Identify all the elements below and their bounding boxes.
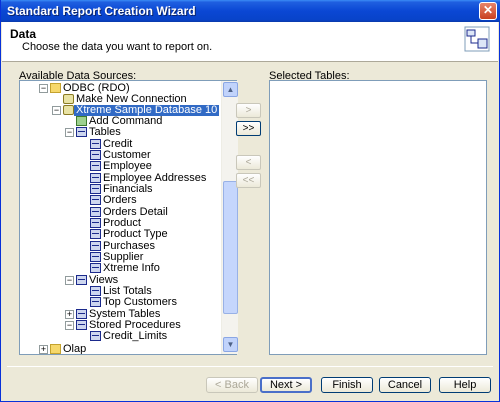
- database-icon: [63, 105, 74, 115]
- view-icon: [90, 286, 101, 296]
- remove-all-button[interactable]: <<: [236, 173, 261, 188]
- table-icon: [90, 184, 101, 194]
- collapse-icon[interactable]: −: [65, 128, 74, 137]
- data-wizard-icon: [464, 26, 490, 52]
- page-subtitle: Choose the data you want to report on.: [22, 41, 213, 53]
- wizard-window: Standard Report Creation Wizard ✕ Data C…: [0, 0, 500, 402]
- remove-one-button[interactable]: <: [236, 155, 261, 170]
- title-bar: Standard Report Creation Wizard ✕: [1, 0, 500, 22]
- expand-icon[interactable]: +: [65, 310, 74, 319]
- folder-icon: [50, 344, 61, 354]
- tree-label: Olap: [63, 343, 87, 355]
- tree-node-table[interactable]: Xtreme Info: [20, 263, 220, 274]
- tree-node-table[interactable]: Orders: [20, 195, 220, 206]
- procedure-icon: [90, 331, 101, 341]
- tree-node-table[interactable]: Employee: [20, 161, 220, 172]
- tree-node-table[interactable]: Product Type: [20, 229, 220, 240]
- table-icon: [90, 207, 101, 217]
- scroll-up-icon[interactable]: ▲: [223, 82, 238, 97]
- tree-node-tables[interactable]: − Tables: [20, 127, 220, 138]
- expand-icon[interactable]: +: [39, 345, 48, 354]
- close-button[interactable]: ✕: [479, 2, 497, 20]
- table-icon: [90, 229, 101, 239]
- wizard-header: Data Choose the data you want to report …: [2, 22, 498, 62]
- tree-node-procedure[interactable]: Credit_Limits: [20, 331, 220, 342]
- table-icon: [90, 161, 101, 171]
- folder-icon: [50, 83, 61, 93]
- stored-procedures-icon: [76, 320, 87, 330]
- tree-label: Credit_Limits: [103, 330, 168, 342]
- tree-label: Employee: [103, 160, 152, 172]
- table-icon: [90, 218, 101, 228]
- table-icon: [90, 139, 101, 149]
- selected-tables-list[interactable]: [269, 80, 487, 355]
- finish-button[interactable]: Finish: [321, 377, 373, 393]
- next-button[interactable]: Next >: [260, 377, 312, 393]
- help-button[interactable]: Help: [439, 377, 491, 393]
- collapse-icon[interactable]: −: [39, 84, 48, 93]
- available-sources-tree[interactable]: − ODBC (RDO) Make New Connection − Xtrem…: [19, 80, 238, 355]
- scroll-thumb[interactable]: [223, 181, 238, 314]
- table-icon: [90, 195, 101, 205]
- scroll-down-icon[interactable]: ▼: [223, 337, 238, 352]
- table-icon: [90, 241, 101, 251]
- table-icon: [90, 173, 101, 183]
- add-all-button[interactable]: >>: [236, 121, 261, 136]
- cancel-button[interactable]: Cancel: [379, 377, 431, 393]
- page-title: Data: [10, 27, 37, 41]
- view-icon: [90, 297, 101, 307]
- command-icon: [76, 116, 87, 126]
- table-icon: [90, 263, 101, 273]
- collapse-icon[interactable]: −: [65, 276, 74, 285]
- tree-label: Orders: [103, 194, 137, 206]
- tree-label: Top Customers: [103, 296, 177, 308]
- tables-folder-icon: [76, 127, 87, 137]
- back-button[interactable]: < Back: [206, 377, 258, 393]
- tree-label: Product Type: [103, 228, 168, 240]
- tree-label: Xtreme Info: [103, 262, 160, 274]
- footer-separator: [7, 366, 493, 367]
- collapse-icon[interactable]: −: [65, 321, 74, 330]
- system-tables-icon: [76, 309, 87, 319]
- views-folder-icon: [76, 275, 87, 285]
- tree-label: Tables: [89, 126, 121, 138]
- window-title: Standard Report Creation Wizard: [7, 4, 196, 18]
- tree-node-olap[interactable]: + Olap: [20, 344, 220, 354]
- collapse-icon[interactable]: −: [52, 106, 61, 115]
- tree-node-view[interactable]: Top Customers: [20, 297, 220, 308]
- connection-icon: [63, 94, 74, 104]
- add-one-button[interactable]: >: [236, 103, 261, 118]
- table-icon: [90, 150, 101, 160]
- table-icon: [90, 252, 101, 262]
- tree-content: − ODBC (RDO) Make New Connection − Xtrem…: [20, 81, 221, 354]
